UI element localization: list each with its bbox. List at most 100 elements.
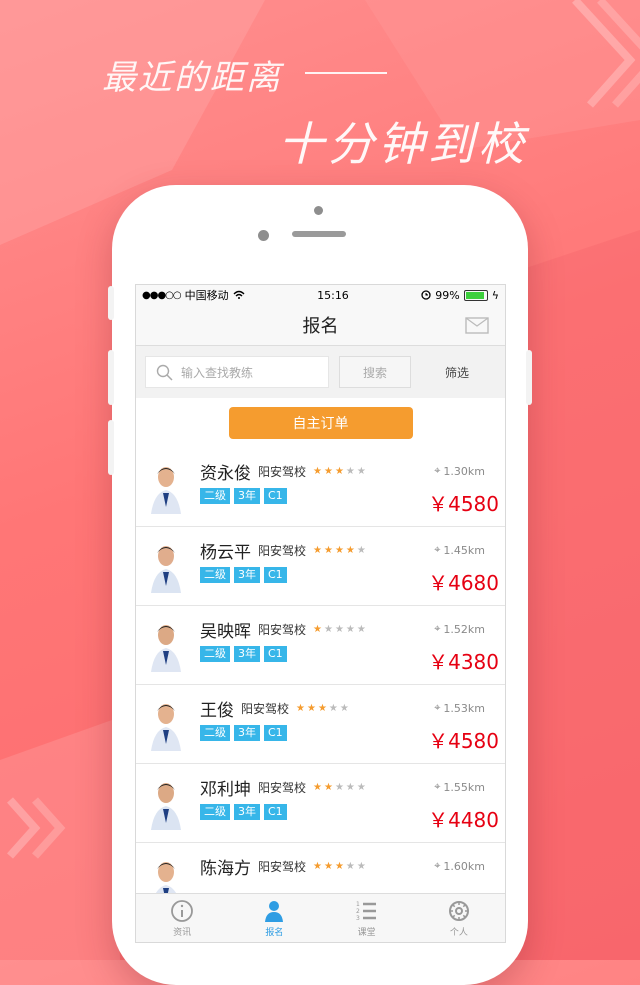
- svg-text:3: 3: [356, 915, 360, 922]
- coach-name: 王俊: [200, 701, 234, 721]
- volume-down-button: [108, 420, 114, 475]
- coach-name: 邓利坤: [200, 780, 251, 800]
- location-pin-icon: ⌖: [434, 859, 441, 872]
- location-pin-icon: ⌖: [434, 543, 441, 556]
- search-button[interactable]: 搜索: [339, 356, 411, 388]
- promo-title: 十分钟到校: [278, 117, 528, 171]
- school-name: 阳安驾校: [241, 702, 290, 716]
- gear-icon: [448, 900, 469, 921]
- rating-stars: ★ ★ ★ ★ ★: [313, 624, 366, 635]
- distance: ⌖ 1.55km: [434, 780, 485, 794]
- coach-avatar: [151, 783, 181, 830]
- experience-tag: 3年: [234, 725, 260, 741]
- school-name: 阳安驾校: [258, 623, 307, 637]
- rating-stars: ★ ★ ★ ★ ★: [313, 466, 366, 477]
- carrier-name: 中国移动: [184, 289, 229, 302]
- status-time: 15:16: [317, 288, 349, 302]
- signal-strength: ●●●○○: [142, 289, 182, 301]
- experience-tag: 3年: [234, 488, 260, 504]
- coach-name: 资永俊: [200, 464, 251, 484]
- coach-avatar: [151, 704, 181, 751]
- license-tag: C1: [264, 646, 287, 662]
- list-icon: 123: [356, 901, 376, 922]
- price: ￥4580: [428, 492, 499, 516]
- tab-news[interactable]: 资讯: [147, 899, 217, 938]
- distance: ⌖ 1.30km: [434, 464, 485, 478]
- app-screen: ●●●○○ 中国移动 15:16 99% ϟ 报名 输入查找教练 搜索 筛选 自…: [135, 284, 506, 943]
- volume-up-button: [108, 350, 114, 405]
- coach-search-input[interactable]: 输入查找教练: [145, 356, 329, 388]
- search-placeholder: 输入查找教练: [181, 365, 254, 380]
- location-pin-icon: ⌖: [434, 622, 441, 635]
- level-tag: 二级: [200, 646, 230, 662]
- earpiece-speaker: [292, 231, 346, 237]
- mute-switch: [108, 286, 114, 320]
- coach-name: 陈海方: [200, 859, 251, 879]
- level-tag: 二级: [200, 725, 230, 741]
- front-camera: [314, 206, 323, 215]
- experience-tag: 3年: [234, 567, 260, 583]
- order-section: 自主订单: [136, 398, 505, 448]
- license-tag: C1: [264, 488, 287, 504]
- wifi-icon: [233, 290, 245, 299]
- battery-percent: 99%: [435, 288, 460, 302]
- search-icon: [156, 364, 173, 381]
- tab-signup[interactable]: 报名: [239, 899, 309, 938]
- coach-name: 杨云平: [200, 543, 251, 563]
- coach-list: 资永俊 阳安驾校 ★ ★ ★ ★ ★ 二级 3年 C1 ⌖ 1.30km ￥4580 杨云平 阳安驾…: [136, 448, 505, 922]
- location-pin-icon: ⌖: [434, 780, 441, 793]
- svg-text:2: 2: [356, 908, 360, 915]
- status-bar: ●●●○○ 中国移动 15:16 99% ϟ: [136, 285, 505, 305]
- experience-tag: 3年: [234, 646, 260, 662]
- school-name: 阳安驾校: [258, 544, 307, 558]
- distance: ⌖ 1.60km: [434, 859, 485, 873]
- coach-row[interactable]: 王俊 阳安驾校 ★ ★ ★ ★ ★ 二级 3年 C1 ⌖ 1.53km ￥4580: [136, 685, 505, 764]
- license-tag: C1: [264, 567, 287, 583]
- charging-icon: ϟ: [491, 288, 499, 302]
- tab-label: 课堂: [357, 927, 376, 938]
- battery-icon: [463, 289, 488, 301]
- svg-text:1: 1: [356, 901, 360, 908]
- rating-stars: ★ ★ ★ ★ ★: [296, 703, 349, 714]
- tab-label: 个人: [449, 927, 468, 938]
- person-icon: [265, 900, 284, 922]
- price: ￥4680: [428, 571, 499, 595]
- navigation-bar: 报名: [136, 305, 505, 346]
- coach-name: 吴映晖: [200, 622, 251, 642]
- tab-label: 报名: [265, 927, 284, 938]
- tab-classroom[interactable]: 123 课堂: [332, 899, 402, 938]
- power-button: [526, 350, 532, 405]
- coach-row[interactable]: 吴映晖 阳安驾校 ★ ★ ★ ★ ★ 二级 3年 C1 ⌖ 1.52km ￥4380: [136, 606, 505, 685]
- coach-row[interactable]: 邓利坤 阳安驾校 ★ ★ ★ ★ ★ 二级 3年 C1 ⌖ 1.55km ￥4480: [136, 764, 505, 843]
- license-tag: C1: [264, 804, 287, 820]
- license-tag: C1: [264, 725, 287, 741]
- level-tag: 二级: [200, 804, 230, 820]
- school-name: 阳安驾校: [258, 781, 307, 795]
- alarm-icon: [421, 290, 431, 300]
- level-tag: 二级: [200, 567, 230, 583]
- search-bar: 输入查找教练 搜索 筛选: [136, 346, 505, 398]
- school-name: 阳安驾校: [258, 465, 307, 479]
- price: ￥4480: [428, 808, 499, 832]
- rating-stars: ★ ★ ★ ★ ★: [313, 545, 366, 556]
- price: ￥4580: [428, 729, 499, 753]
- distance: ⌖ 1.45km: [434, 543, 485, 557]
- tab-profile[interactable]: 个人: [424, 899, 494, 938]
- promo-subtitle: 最近的距离: [102, 58, 282, 98]
- self-order-button[interactable]: 自主订单: [228, 407, 413, 439]
- tab-bar: 资讯 报名 123 课堂 个人: [136, 893, 505, 942]
- front-sensor: [258, 230, 269, 241]
- page-title: 报名: [302, 316, 339, 337]
- location-pin-icon: ⌖: [434, 701, 441, 714]
- tab-label: 资讯: [173, 927, 192, 938]
- filter-button[interactable]: 筛选: [445, 364, 469, 381]
- info-icon: [171, 899, 194, 922]
- school-name: 阳安驾校: [258, 860, 307, 874]
- distance: ⌖ 1.52km: [434, 622, 485, 636]
- mail-icon[interactable]: [465, 317, 489, 334]
- coach-avatar: [151, 467, 181, 514]
- coach-row[interactable]: 杨云平 阳安驾校 ★ ★ ★ ★ ★ 二级 3年 C1 ⌖ 1.45km ￥4680: [136, 527, 505, 606]
- promo-divider: [305, 72, 387, 74]
- rating-stars: ★ ★ ★ ★ ★: [313, 861, 366, 872]
- coach-row[interactable]: 资永俊 阳安驾校 ★ ★ ★ ★ ★ 二级 3年 C1 ⌖ 1.30km ￥4580: [136, 448, 505, 527]
